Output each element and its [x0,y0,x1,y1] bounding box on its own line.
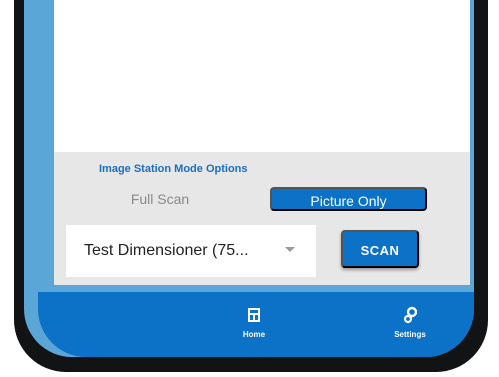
main-content-area [54,0,470,152]
nav-item-home[interactable]: Home [224,306,284,339]
nav-home-label: Home [242,330,266,339]
options-title: Image Station Mode Options [99,163,248,175]
nav-settings-label: Settings [394,330,426,339]
device-select[interactable]: Test Dimensioner (75... [66,225,316,277]
mode-picture-only-button[interactable]: Picture Only [270,187,427,211]
home-icon [248,308,260,322]
scan-button[interactable]: SCAN [341,230,419,268]
mode-full-scan-button[interactable]: Full Scan [100,187,220,211]
settings-icon [403,306,418,324]
dropdown-arrow-icon [285,247,295,252]
device-select-value: Test Dimensioner (75... [84,242,249,259]
nav-item-settings[interactable]: Settings [380,306,440,339]
